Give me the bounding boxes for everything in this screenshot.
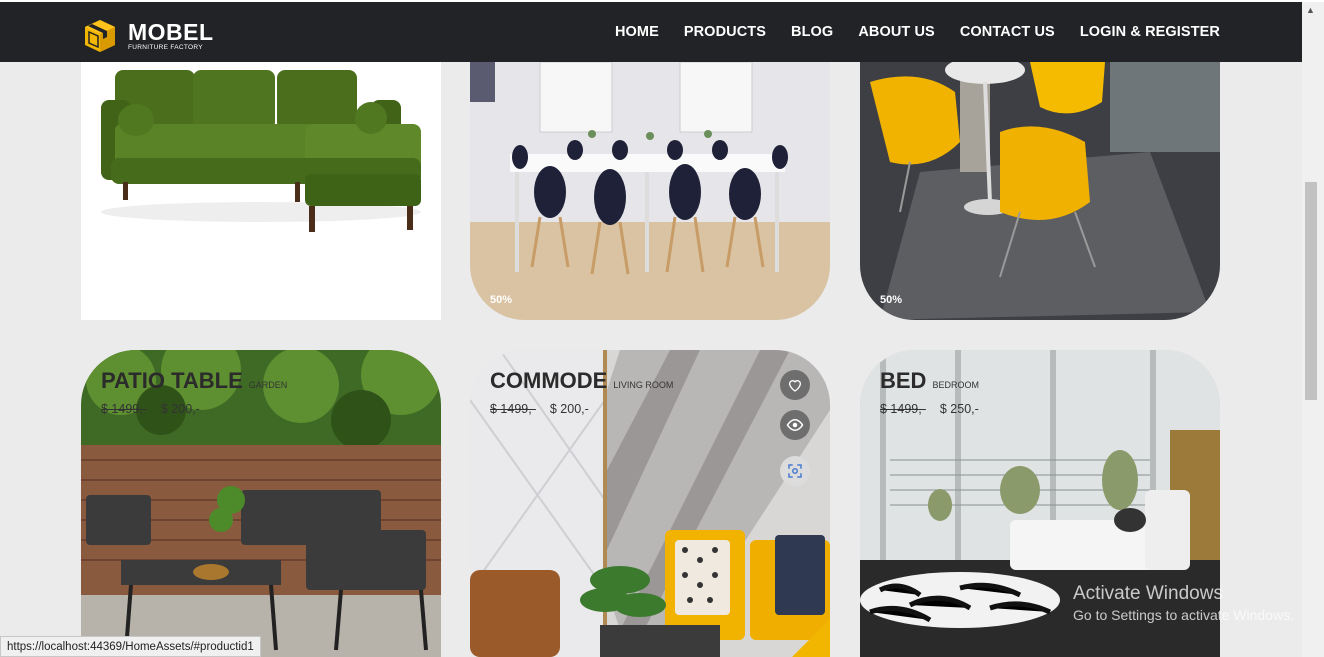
nav-contact-us[interactable]: CONTACT US bbox=[960, 24, 1055, 40]
product-card-commode[interactable]: COMMODE LIVING ROOM $ 1499,- $ 200,- bbox=[470, 350, 830, 657]
watermark-subtitle: Go to Settings to activate Windows. bbox=[1073, 607, 1294, 623]
nav-login-register[interactable]: LOGIN & REGISTER bbox=[1080, 24, 1220, 40]
nav-home[interactable]: HOME bbox=[615, 24, 659, 40]
eye-icon bbox=[786, 418, 804, 432]
corner-accent bbox=[792, 619, 830, 657]
product-category: LIVING ROOM bbox=[613, 380, 674, 390]
watermark-title: Activate Windows bbox=[1073, 583, 1223, 604]
brand-logo[interactable]: MOBEL FURNITURE FACTORY bbox=[82, 18, 214, 54]
scrollbar-thumb[interactable] bbox=[1305, 182, 1317, 400]
product-title[interactable]: BED bbox=[880, 368, 926, 394]
main-menu: HOME PRODUCTS BLOG ABOUT US CONTACT US L… bbox=[615, 2, 1220, 62]
current-price: $ 200,- bbox=[160, 402, 200, 416]
product-info: PATIO TABLE GARDEN $ 1499,- $ 200,- bbox=[101, 368, 287, 416]
discount-badge: 50% bbox=[490, 294, 513, 306]
product-title[interactable]: PATIO TABLE bbox=[101, 368, 243, 394]
old-price: $ 1499,- bbox=[101, 402, 147, 416]
compare-button[interactable] bbox=[780, 456, 810, 486]
current-price: $ 200,- bbox=[549, 402, 589, 416]
product-actions bbox=[780, 370, 810, 486]
product-card-dining-set[interactable]: 50% bbox=[470, 62, 830, 320]
dining-room-image bbox=[470, 62, 830, 320]
windows-activation-watermark: Activate Windows Go to Settings to activ… bbox=[1073, 583, 1294, 623]
wishlist-button[interactable] bbox=[780, 370, 810, 400]
product-info: BED BEDROOM $ 1499,- $ 250,- bbox=[880, 368, 979, 416]
browser-status-url: https://localhost:44369/HomeAssets/#prod… bbox=[0, 636, 261, 657]
brand-tagline: FURNITURE FACTORY bbox=[128, 43, 203, 51]
product-card-patio-table[interactable]: PATIO TABLE GARDEN $ 1499,- $ 200,- bbox=[81, 350, 441, 657]
yellow-chairs-image bbox=[860, 62, 1220, 320]
box-logo-icon bbox=[85, 20, 115, 52]
navbar: MOBEL FURNITURE FACTORY HOME PRODUCTS BL… bbox=[0, 2, 1302, 62]
product-category: GARDEN bbox=[248, 380, 288, 390]
product-card-yellow-chairs[interactable]: 50% bbox=[860, 62, 1220, 320]
focus-icon bbox=[788, 464, 802, 478]
product-category: BEDROOM bbox=[932, 380, 979, 390]
product-card-sofa[interactable] bbox=[81, 62, 441, 320]
green-sofa-image bbox=[101, 70, 421, 232]
quick-view-button[interactable] bbox=[780, 410, 810, 440]
brand-name: MOBEL bbox=[128, 18, 214, 45]
heart-icon bbox=[788, 380, 802, 392]
old-price: $ 1499,- bbox=[490, 402, 536, 416]
product-info: COMMODE LIVING ROOM $ 1499,- $ 200,- bbox=[490, 368, 673, 416]
nav-products[interactable]: PRODUCTS bbox=[684, 24, 766, 40]
current-price: $ 250,- bbox=[939, 402, 979, 416]
scroll-up-arrow-icon[interactable]: ▲ bbox=[1306, 5, 1315, 15]
nav-blog[interactable]: BLOG bbox=[791, 24, 833, 40]
nav-about-us[interactable]: ABOUT US bbox=[858, 24, 935, 40]
product-title[interactable]: COMMODE bbox=[490, 368, 607, 394]
discount-badge: 50% bbox=[880, 294, 903, 306]
old-price: $ 1499,- bbox=[880, 402, 926, 416]
